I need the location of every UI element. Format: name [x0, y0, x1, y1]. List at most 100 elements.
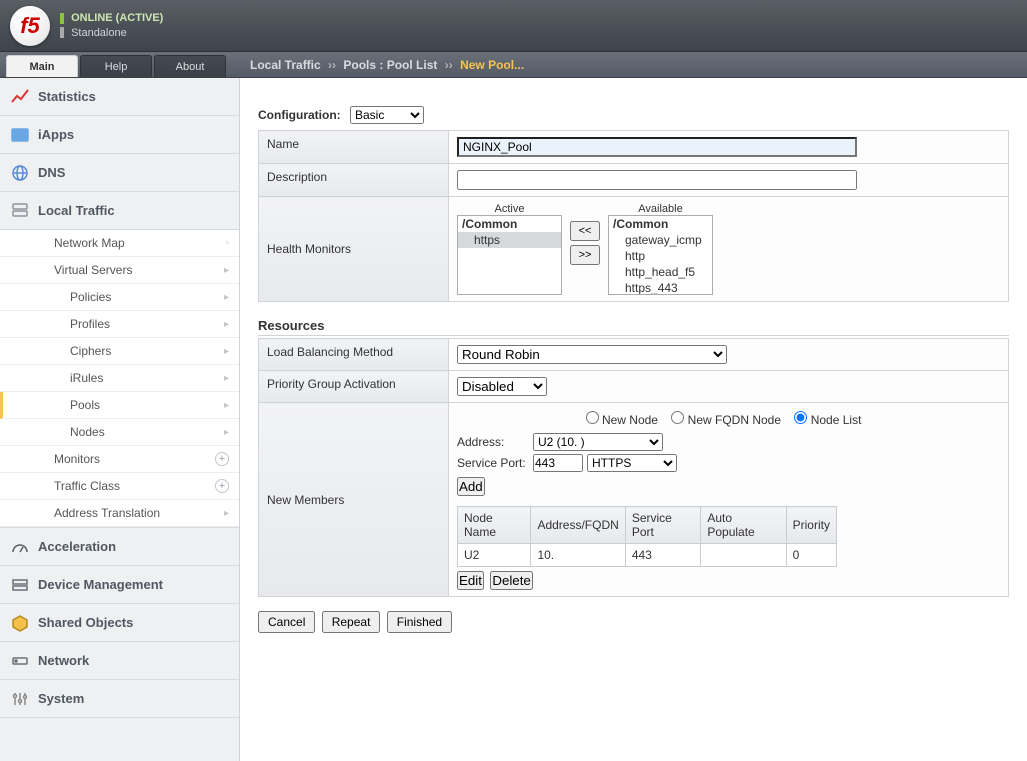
- sidebar-label: Nodes: [70, 425, 105, 439]
- globe-icon: [10, 163, 30, 183]
- tab-main[interactable]: Main: [6, 55, 78, 77]
- service-proto-select[interactable]: HTTPS: [587, 454, 677, 472]
- status-indicator-icon: [60, 13, 64, 24]
- chart-trend-icon: [10, 87, 30, 107]
- sidebar-label: Device Management: [38, 577, 163, 592]
- sidebar-label: Local Traffic: [38, 203, 115, 218]
- hm-available-item[interactable]: http: [609, 248, 712, 264]
- chevron-right-icon: ▸: [224, 265, 229, 276]
- f5-logo: f5: [10, 6, 50, 46]
- tab-help[interactable]: Help: [80, 55, 152, 77]
- status-text: ONLINE (ACTIVE): [71, 13, 163, 25]
- sidebar-item-network-map[interactable]: Network Map ▫: [0, 230, 239, 257]
- radio-node-list-input[interactable]: [794, 411, 807, 424]
- address-select[interactable]: U2 (10. ): [533, 433, 663, 451]
- sidebar-label: iApps: [38, 127, 74, 142]
- radio-new-node-input[interactable]: [586, 411, 599, 424]
- content-area: Configuration: Basic Name Description: [240, 78, 1027, 761]
- plus-circle-icon[interactable]: +: [215, 452, 229, 466]
- sidebar-item-shared-objects[interactable]: Shared Objects: [0, 604, 239, 642]
- sidebar-label: Network Map: [54, 236, 125, 250]
- hm-active-list[interactable]: /Common https: [457, 215, 562, 295]
- sidebar-label: Monitors: [54, 452, 100, 466]
- box-icon: [10, 613, 30, 633]
- priority-group-label: Priority Group Activation: [259, 371, 449, 403]
- resources-header: Resources: [258, 318, 1009, 336]
- expand-icon: ▫: [225, 238, 229, 249]
- sidebar-item-system[interactable]: System: [0, 680, 239, 718]
- hm-available-item[interactable]: http_head_f5: [609, 264, 712, 280]
- sidebar-label: Profiles: [70, 317, 110, 331]
- cell-node-name: U2: [458, 544, 531, 567]
- sidebar-label: iRules: [70, 371, 103, 385]
- col-priority: Priority: [786, 507, 836, 544]
- chevron-right-icon: ▸: [224, 319, 229, 330]
- sidebar-item-monitors[interactable]: Monitors +: [0, 446, 239, 473]
- hm-available-item[interactable]: https_443: [609, 280, 712, 295]
- sidebar-label: System: [38, 691, 84, 706]
- repeat-button[interactable]: Repeat: [322, 611, 381, 633]
- chevron-right-icon: ▸: [224, 427, 229, 438]
- address-label: Address:: [457, 435, 533, 449]
- sidebar-label: Pools: [70, 398, 100, 412]
- sidebar-item-policies[interactable]: Policies ▸: [0, 284, 239, 311]
- sidebar-item-traffic-class[interactable]: Traffic Class +: [0, 473, 239, 500]
- hm-available-item[interactable]: gateway_icmp: [609, 232, 712, 248]
- hm-move-left-button[interactable]: <<: [570, 221, 600, 241]
- col-node-name: Node Name: [458, 507, 531, 544]
- members-table: Node Name Address/FQDN Service Port Auto…: [457, 506, 837, 567]
- plus-circle-icon[interactable]: +: [215, 479, 229, 493]
- priority-group-select[interactable]: Disabled: [457, 377, 547, 396]
- radio-node-list[interactable]: Node List: [794, 413, 861, 427]
- table-row[interactable]: U2 10. 443 0: [458, 544, 837, 567]
- hm-group-common: /Common: [609, 216, 712, 232]
- tab-about[interactable]: About: [154, 55, 226, 77]
- sliders-icon: [10, 689, 30, 709]
- standalone-text: Standalone: [71, 27, 127, 39]
- sidebar-item-statistics[interactable]: Statistics: [0, 78, 239, 116]
- description-input[interactable]: [457, 170, 857, 190]
- configuration-select[interactable]: Basic: [350, 106, 424, 124]
- sidebar-subnav-local-traffic: Network Map ▫ Virtual Servers ▸ Policies…: [0, 230, 239, 528]
- sidebar-item-nodes[interactable]: Nodes ▸: [0, 419, 239, 446]
- finished-button[interactable]: Finished: [387, 611, 452, 633]
- sidebar-label: Statistics: [38, 89, 96, 104]
- radio-new-fqdn-node[interactable]: New FQDN Node: [671, 413, 781, 427]
- sidebar-item-dns[interactable]: DNS: [0, 154, 239, 192]
- sidebar-item-pools[interactable]: Pools ▸: [0, 392, 239, 419]
- sidebar-item-address-translation[interactable]: Address Translation ▸: [0, 500, 239, 527]
- breadcrumb-sep-icon: ››: [445, 58, 453, 72]
- sidebar-label: Ciphers: [70, 344, 111, 358]
- service-port-input[interactable]: [533, 454, 583, 472]
- radio-new-fqdn-input[interactable]: [671, 411, 684, 424]
- sidebar-item-profiles[interactable]: Profiles ▸: [0, 311, 239, 338]
- breadcrumb-sep-icon: ››: [328, 58, 336, 72]
- delete-member-button[interactable]: Delete: [490, 571, 533, 590]
- sidebar-item-ciphers[interactable]: Ciphers ▸: [0, 338, 239, 365]
- device-stack-icon: [10, 575, 30, 595]
- sidebar-label: Shared Objects: [38, 615, 133, 630]
- sidebar-item-device-management[interactable]: Device Management: [0, 566, 239, 604]
- edit-member-button[interactable]: Edit: [457, 571, 484, 590]
- lb-method-select[interactable]: Round Robin: [457, 345, 727, 364]
- add-member-button[interactable]: Add: [457, 477, 485, 496]
- breadcrumb: Local Traffic ›› Pools : Pool List ›› Ne…: [250, 53, 1027, 77]
- sidebar-item-iapps[interactable]: iApps: [0, 116, 239, 154]
- sidebar-item-acceleration[interactable]: Acceleration: [0, 528, 239, 566]
- general-properties-table: Name Description Health Monitors: [258, 130, 1009, 302]
- sidebar-item-local-traffic[interactable]: Local Traffic: [0, 192, 239, 230]
- sidebar-item-network[interactable]: Network: [0, 642, 239, 680]
- breadcrumb-local-traffic[interactable]: Local Traffic: [250, 58, 321, 72]
- name-input[interactable]: [457, 137, 857, 157]
- radio-new-node[interactable]: New Node: [586, 413, 658, 427]
- hm-move-right-button[interactable]: >>: [570, 245, 600, 265]
- hm-available-header: Available: [608, 203, 713, 215]
- hm-available-list[interactable]: /Common gateway_icmp http http_head_f5 h…: [608, 215, 713, 295]
- sidebar-item-irules[interactable]: iRules ▸: [0, 365, 239, 392]
- hm-active-item[interactable]: https: [458, 232, 561, 248]
- app-window-icon: [10, 125, 30, 145]
- sidebar-item-virtual-servers[interactable]: Virtual Servers ▸: [0, 257, 239, 284]
- breadcrumb-pools-list[interactable]: Pools : Pool List: [343, 58, 437, 72]
- network-icon: [10, 651, 30, 671]
- cancel-button[interactable]: Cancel: [258, 611, 315, 633]
